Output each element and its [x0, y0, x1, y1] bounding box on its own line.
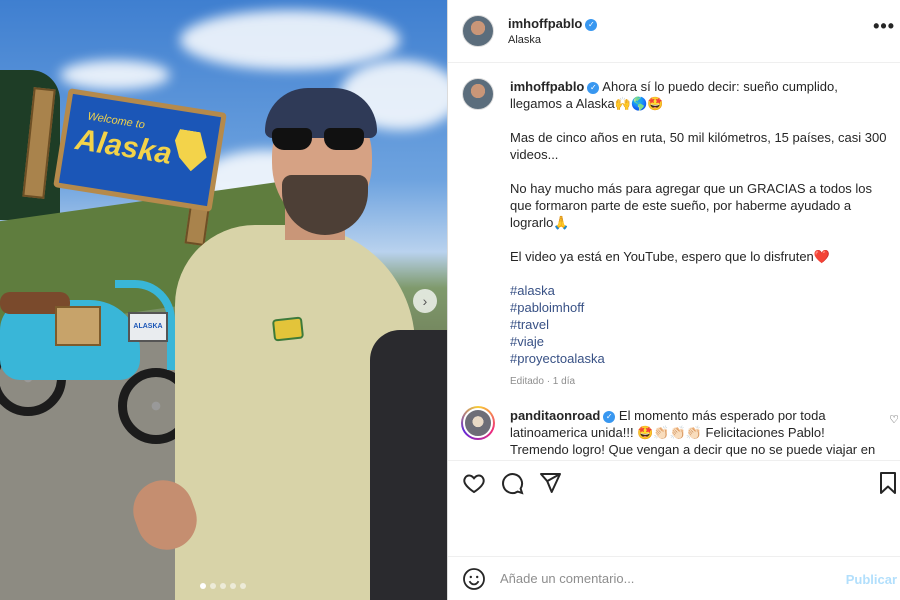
comment-input[interactable] — [500, 571, 820, 586]
post-photo[interactable]: Welcome to Alaska ALASKA › — [0, 0, 447, 600]
author-username[interactable]: imhoffpablo — [508, 16, 582, 31]
caption-line: El video ya está en YouTube, espero que … — [510, 249, 830, 264]
edited-timestamp: Editado · 1 día — [510, 376, 576, 387]
hashtag-link[interactable]: #pabloimhoff — [510, 299, 890, 316]
verified-badge-icon: ✓ — [603, 411, 616, 423]
verified-badge-icon: ✓ — [587, 82, 600, 94]
post-side-panel: imhoffpablo ✓ Alaska ••• imhoffpablo ✓ Aho… — [447, 0, 900, 600]
avatar[interactable] — [461, 406, 495, 440]
author-name-row: imhoffpablo ✓ — [508, 15, 598, 33]
carousel-dot — [200, 583, 206, 589]
alaska-map-shape — [171, 128, 211, 173]
post-actions-bar — [448, 460, 900, 504]
comment-like-heart-icon[interactable]: ♡ — [889, 413, 899, 426]
hashtag-link[interactable]: #travel — [510, 316, 890, 333]
sign-text-alaska: Alaska — [73, 123, 175, 171]
motorcycle-plate: ALASKA — [128, 312, 168, 342]
verified-badge-icon: ✓ — [585, 19, 598, 31]
hashtag-link[interactable]: #alaska — [510, 282, 890, 299]
caption-line: No hay mucho más para agregar que un GRA… — [510, 181, 873, 230]
person-arm — [370, 330, 447, 600]
comment-text: panditaonroad ✓ El momento más esperado p… — [510, 407, 880, 458]
post-header: imhoffpablo ✓ Alaska ••• — [448, 0, 900, 63]
avatar[interactable] — [462, 15, 494, 47]
avatar[interactable] — [462, 78, 494, 110]
carousel-dot — [240, 583, 246, 589]
hashtag-list: #alaska #pabloimhoff #travel #viaje #pro… — [510, 282, 890, 367]
emoji-icon[interactable] — [462, 567, 486, 591]
carousel-dot — [220, 583, 226, 589]
shirt-patch — [271, 316, 305, 342]
cloud — [60, 60, 170, 90]
bookmark-icon[interactable] — [876, 471, 900, 495]
heart-icon[interactable] — [462, 471, 486, 495]
caption-text: imhoffpablo ✓ Ahora sí lo puedo decir: su… — [510, 78, 890, 390]
chevron-right-icon: › — [422, 293, 428, 309]
welcome-to-alaska-sign: Welcome to Alaska — [53, 88, 227, 212]
carousel-dot — [230, 583, 236, 589]
comment-icon[interactable] — [500, 471, 524, 495]
comment-item: panditaonroad ✓ El momento más esperado p… — [448, 398, 900, 458]
sunglasses — [272, 128, 370, 152]
motorcycle-box — [55, 306, 101, 346]
carousel-next-button[interactable]: › — [413, 289, 437, 313]
publish-button[interactable]: Publicar — [846, 572, 897, 587]
add-comment-bar: Publicar — [448, 556, 900, 600]
more-icon[interactable]: ••• — [873, 16, 895, 37]
comment-username[interactable]: panditaonroad — [510, 408, 600, 423]
carousel-dots — [200, 583, 246, 589]
caption-line: Mas de cinco años en ruta, 50 mil kilóme… — [510, 130, 887, 162]
cloud — [180, 10, 400, 70]
share-icon[interactable] — [538, 471, 562, 495]
carousel-dot — [210, 583, 216, 589]
post-caption: imhoffpablo ✓ Ahora sí lo puedo decir: su… — [448, 64, 900, 394]
hashtag-link[interactable]: #viaje — [510, 333, 890, 350]
hashtag-link[interactable]: #proyectoalaska — [510, 350, 890, 367]
post-location[interactable]: Alaska — [508, 34, 541, 46]
caption-username[interactable]: imhoffpablo — [510, 79, 584, 94]
